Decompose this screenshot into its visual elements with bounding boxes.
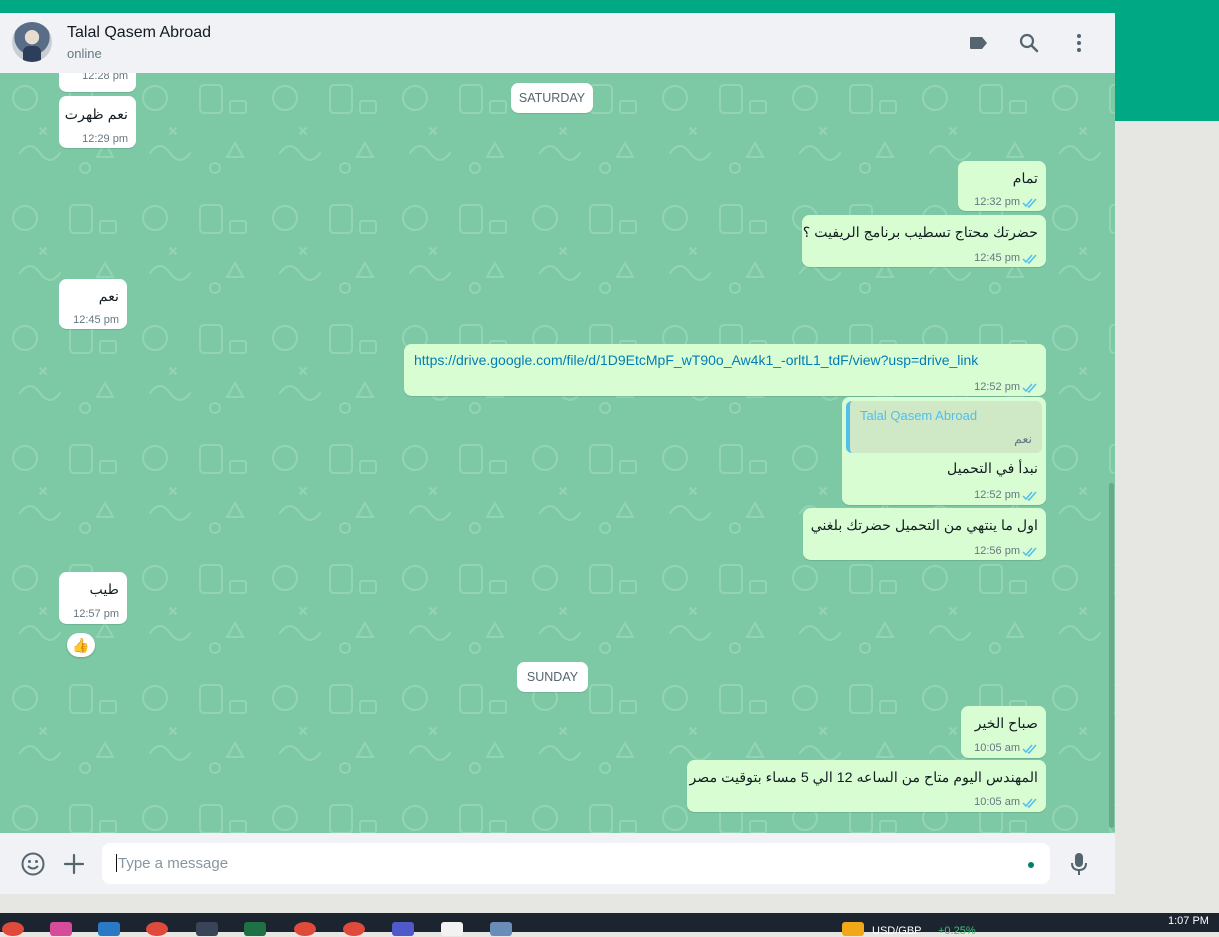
- message-text: نعم: [98, 289, 119, 305]
- message-incoming[interactable]: نعم 12:45 pm: [59, 279, 127, 329]
- currency-pair: USD/GBP: [872, 925, 922, 937]
- message-text: نبدأ في التحميل: [946, 461, 1038, 477]
- reaction-thumbs-up[interactable]: 👍: [67, 633, 95, 657]
- chrome-icon[interactable]: [146, 922, 168, 936]
- read-ticks-icon: [1022, 547, 1037, 557]
- message-text: صباح الخير: [974, 716, 1038, 732]
- message-time: 12:52 pm: [974, 489, 1020, 501]
- message-text: تمام: [1012, 171, 1038, 187]
- message-outgoing[interactable]: المهندس اليوم متاح من الساعه 12 الي 5 مس…: [687, 760, 1046, 812]
- message-text: نعم ظهرت: [64, 107, 128, 123]
- quoted-message[interactable]: Talal Qasem Abroad نعم: [846, 401, 1042, 453]
- chrome-icon[interactable]: [2, 922, 24, 936]
- search-icon[interactable]: [1017, 31, 1041, 55]
- read-ticks-icon: [1022, 798, 1037, 808]
- text-cursor: [116, 854, 117, 872]
- avatar[interactable]: [12, 22, 52, 62]
- chat-panel[interactable]: SATURDAY 12:28 pm نعم ظهرت 12:29 pm تمام…: [0, 73, 1115, 833]
- message-time: 12:29 pm: [82, 133, 128, 145]
- window-right-band: [1115, 13, 1219, 121]
- quoted-author: Talal Qasem Abroad: [860, 408, 978, 423]
- message-time: 10:05 am: [974, 796, 1020, 808]
- whatsapp-window: Talal Qasem Abroad online SATURDAY 12:28…: [0, 13, 1115, 894]
- menu-dots-icon[interactable]: [1067, 31, 1091, 55]
- message-outgoing[interactable]: اول ما ينتهي من التحميل حضرتك بلغني 12:5…: [803, 508, 1046, 560]
- date-separator: SUNDAY: [517, 662, 588, 692]
- message-incoming[interactable]: نعم ظهرت 12:29 pm: [59, 96, 136, 148]
- message-outgoing[interactable]: صباح الخير 10:05 am: [961, 706, 1046, 758]
- read-ticks-icon: [1022, 198, 1037, 208]
- read-ticks-icon: [1022, 383, 1037, 393]
- excel-icon[interactable]: [244, 922, 266, 936]
- chrome-icon[interactable]: [343, 922, 365, 936]
- message-time: 12:57 pm: [73, 608, 119, 620]
- window-top-band: [0, 0, 1219, 13]
- attach-plus-icon[interactable]: [62, 852, 86, 876]
- stocks-icon: [842, 922, 864, 936]
- message-time: 12:45 pm: [974, 252, 1020, 264]
- message-time: 12:52 pm: [974, 381, 1020, 393]
- message-outgoing[interactable]: حضرتك محتاج تسطيب برنامج الريفيت ؟ 12:45…: [802, 215, 1046, 267]
- acrobat-icon[interactable]: [441, 922, 463, 936]
- message-time: 10:05 am: [974, 742, 1020, 754]
- message-outgoing-link[interactable]: https://drive.google.com/file/d/1D9EtcMp…: [404, 344, 1046, 396]
- calculator-icon[interactable]: [490, 922, 512, 936]
- date-separator: SATURDAY: [511, 83, 593, 113]
- quoted-text: نعم: [1014, 432, 1032, 446]
- label-icon[interactable]: [967, 31, 991, 55]
- message-text: طيب: [89, 582, 119, 598]
- contact-status: online: [67, 46, 102, 61]
- message-input-placeholder: Type a message: [118, 855, 229, 872]
- message-time: 12:45 pm: [73, 314, 119, 326]
- message-outgoing[interactable]: تمام 12:32 pm: [958, 161, 1046, 211]
- message-time: 12:56 pm: [974, 545, 1020, 557]
- message-incoming[interactable]: 12:28 pm: [59, 73, 136, 92]
- read-ticks-icon: [1022, 744, 1037, 754]
- message-outgoing-reply[interactable]: Talal Qasem Abroad نعم نبدأ في التحميل 1…: [842, 397, 1046, 505]
- read-ticks-icon: [1022, 491, 1037, 501]
- contact-name[interactable]: Talal Qasem Abroad: [67, 24, 211, 42]
- os-taskbar: USD/GBP +0.25% 1:07 PM: [0, 913, 1219, 937]
- chat-header: Talal Qasem Abroad online: [0, 13, 1115, 74]
- message-input[interactable]: Type a message: [102, 843, 1050, 884]
- message-time: 12:32 pm: [974, 196, 1020, 208]
- chrome-icon[interactable]: [294, 922, 316, 936]
- message-time: 12:28 pm: [82, 73, 128, 82]
- message-incoming[interactable]: طيب 12:57 pm: [59, 572, 127, 624]
- chat-scrollbar[interactable]: [1109, 483, 1114, 828]
- app-icon[interactable]: [196, 922, 218, 936]
- teams-icon[interactable]: [392, 922, 414, 936]
- app-icon[interactable]: [98, 922, 120, 936]
- message-text: حضرتك محتاج تسطيب برنامج الريفيت ؟: [802, 225, 1038, 241]
- grammar-dot-icon[interactable]: [1028, 862, 1034, 868]
- app-icon[interactable]: [50, 922, 72, 936]
- microphone-icon[interactable]: [1068, 850, 1090, 878]
- message-text: اول ما ينتهي من التحميل حضرتك بلغني: [810, 518, 1038, 534]
- message-text: المهندس اليوم متاح من الساعه 12 الي 5 مس…: [689, 770, 1038, 786]
- currency-change: +0.25%: [938, 925, 976, 937]
- message-link[interactable]: https://drive.google.com/file/d/1D9EtcMp…: [414, 352, 978, 368]
- read-ticks-icon: [1022, 254, 1037, 264]
- emoji-icon[interactable]: [20, 851, 46, 877]
- composer-bar: Type a message: [0, 833, 1115, 894]
- taskbar-clock: 1:07 PM: [1168, 915, 1209, 927]
